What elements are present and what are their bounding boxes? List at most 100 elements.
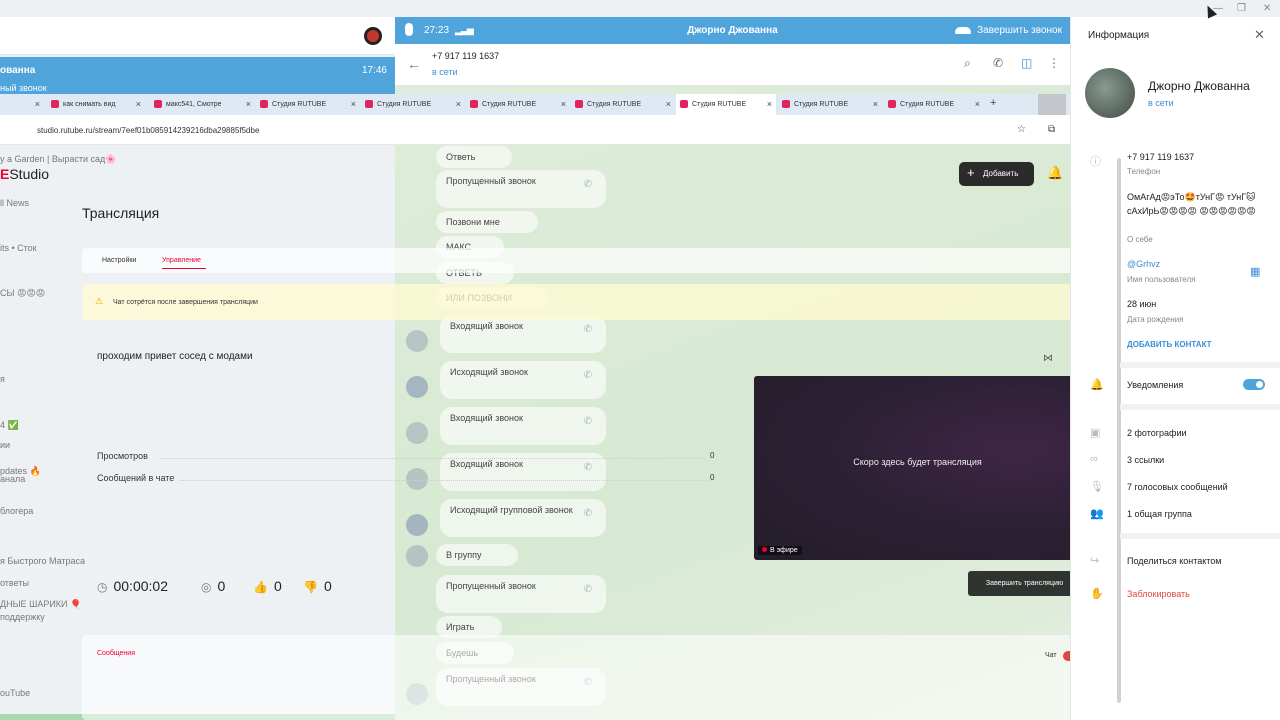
call-back-icon[interactable]: ✆ — [584, 584, 592, 595]
chat-list-item[interactable]: блогера — [0, 506, 33, 516]
stream-preview[interactable]: Скоро здесь будет трансляция В эфире — [754, 376, 1081, 560]
close-tab-icon[interactable]: × — [136, 99, 141, 109]
close-tab-icon[interactable]: × — [873, 99, 878, 109]
add-contact-button[interactable]: ДОБАВИТЬ КОНТАКТ — [1127, 340, 1212, 349]
screen: ованна ный звонок 17:46 ДРАКИy a Garden … — [0, 0, 1280, 720]
viewers-counter: ◎ 0 — [201, 578, 225, 594]
voice-messages-link[interactable]: 7 голосовых сообщений — [1127, 482, 1228, 492]
close-tab-icon[interactable]: × — [351, 99, 356, 109]
tab-messages[interactable]: Сообщения — [97, 650, 135, 657]
close-tab-icon[interactable]: × — [666, 99, 671, 109]
chat-list-item[interactable]: ответы — [0, 578, 29, 588]
tab-settings[interactable]: Настройки — [102, 257, 136, 264]
call-message-bubble[interactable]: Пропущенный звонок ✆ — [436, 170, 606, 208]
likes-counter: 👍 0 — [253, 578, 282, 594]
browser-tab[interactable]: Студия RUTUBE × — [778, 94, 882, 115]
browser-tab-bar: × как снимать вид × макс541, Смотре × Студия… — [0, 94, 1125, 115]
common-groups-link[interactable]: 1 общая группа — [1127, 509, 1192, 519]
call-icon[interactable]: ✆ — [993, 56, 1003, 70]
stream-placeholder-text: Скоро здесь будет трансляция — [853, 457, 982, 467]
new-tab-icon[interactable]: + — [990, 97, 996, 109]
active-call-bar[interactable]: 27:23 ▂▃▅ Джорно Джованна Завершить звон… — [395, 17, 1070, 44]
share-icon[interactable]: ⋈ — [1043, 353, 1053, 364]
message-bubble[interactable]: Позвони мне — [436, 211, 538, 233]
close-tab-icon[interactable]: × — [456, 99, 461, 109]
call-message-bubble[interactable]: Исходящий групповой звонок ✆ — [440, 499, 606, 537]
call-message-bubble[interactable]: Исходящий звонок ✆ — [440, 361, 606, 399]
chat-list-item[interactable]: поддержку — [0, 612, 45, 622]
close-tab-icon[interactable]: × — [975, 99, 980, 109]
sidebar-toggle-icon[interactable]: ◫ — [1021, 56, 1032, 70]
chat-list-item[interactable]: анала — [0, 474, 25, 484]
call-message-bubble[interactable]: Входящий звонок ✆ — [440, 315, 606, 353]
chat-list-item[interactable]: я Быстрого Матраса — [0, 556, 85, 566]
active-chat-item[interactable]: ованна ный звонок 17:46 — [0, 57, 395, 95]
photos-link[interactable]: 2 фотографии — [1127, 428, 1187, 438]
call-back-icon[interactable]: ✆ — [584, 462, 592, 473]
chat-list-item[interactable]: ии — [0, 440, 10, 450]
chat-list-item[interactable]: ll News — [0, 198, 29, 208]
browser-tab[interactable]: Студия RUTUBE × — [361, 94, 465, 115]
back-arrow-icon[interactable]: ← — [407, 56, 421, 72]
block-button[interactable]: Заблокировать — [1127, 589, 1190, 599]
browser-tab[interactable]: как снимать вид × — [47, 94, 145, 115]
close-icon[interactable]: ✕ — [1254, 27, 1265, 43]
call-back-icon[interactable]: ✆ — [584, 416, 592, 427]
add-button[interactable]: Добавить — [959, 162, 1034, 186]
viewers-icon: ◎ — [201, 580, 212, 594]
chat-toggle-label: Чат — [1045, 652, 1057, 659]
window-close-icon[interactable]: ✕ — [1263, 3, 1271, 14]
links-link[interactable]: 3 ссылки — [1127, 455, 1164, 465]
close-tab-icon[interactable]: × — [561, 99, 566, 109]
bell-icon[interactable]: 🔔 — [1047, 165, 1063, 181]
search-icon[interactable]: ⌕ — [964, 56, 971, 71]
scrollbar[interactable] — [1117, 158, 1121, 703]
chat-search-bar[interactable] — [0, 17, 395, 55]
browser-tab[interactable]: Студия RUTUBE × — [884, 94, 984, 115]
close-tab-icon[interactable]: × — [35, 99, 40, 109]
end-stream-button[interactable]: Завершить трансляцию — [968, 571, 1081, 596]
end-call-button[interactable]: Завершить звонок — [955, 25, 1062, 36]
browser-tab[interactable]: макс541, Смотре × — [150, 94, 255, 115]
contact-avatar[interactable] — [1085, 68, 1135, 118]
studio-logo[interactable]: EStudio — [0, 166, 49, 182]
call-message-bubble[interactable]: Пропущенный звонок ✆ — [436, 575, 606, 613]
qr-code-icon[interactable]: ▦ — [1250, 265, 1260, 278]
call-back-icon[interactable]: ✆ — [584, 508, 592, 519]
more-menu-icon[interactable]: ⋮ — [1048, 56, 1060, 70]
chat-list-item[interactable]: ДНЫЕ ШАРИКИ 🎈 — [0, 599, 81, 610]
extensions-icon[interactable]: ⧉ — [1048, 124, 1055, 135]
contact-username[interactable]: @Grhvz — [1127, 259, 1160, 269]
message-bubble[interactable]: Ответь — [436, 146, 512, 168]
browser-tab[interactable]: Студия RUTUBE × — [256, 94, 360, 115]
bookmark-star-icon[interactable]: ☆ — [1017, 124, 1026, 135]
close-tab-icon[interactable]: × — [767, 99, 772, 109]
link-icon: ∞ — [1090, 453, 1098, 465]
close-tab-icon[interactable]: × — [246, 99, 251, 109]
message-text: Входящий звонок — [450, 459, 523, 469]
address-bar[interactable]: studio.rutube.ru/stream/7eef01b085914239… — [0, 115, 1125, 145]
divider — [180, 480, 710, 481]
share-contact-button[interactable]: Поделиться контактом — [1127, 556, 1222, 566]
chat-list-item[interactable]: ouTube — [0, 688, 30, 698]
chat-list-item[interactable]: я — [0, 374, 5, 384]
chat-list-item[interactable]: y a Garden | Вырасти сад🌸 — [0, 154, 116, 165]
chat-list-item[interactable]: СЫ 😡😡😡 — [0, 288, 45, 299]
browser-tab[interactable]: Студия RUTUBE × — [676, 94, 776, 115]
tab-manage[interactable]: Управление — [162, 257, 201, 264]
chat-list-item[interactable]: 4 ✅ — [0, 420, 19, 431]
browser-tab[interactable]: × — [0, 94, 44, 115]
call-message-bubble[interactable]: Входящий звонок ✆ — [440, 407, 606, 445]
minimize-icon[interactable] — [1038, 94, 1066, 115]
chat-list-item[interactable]: its • Сток — [0, 243, 37, 253]
notifications-toggle[interactable] — [1243, 379, 1265, 390]
warning-banner: ⚠ Чат сотрётся после завершения трансляц… — [82, 284, 1097, 320]
call-back-icon[interactable]: ✆ — [584, 370, 592, 381]
active-chat-time: 17:46 — [361, 65, 387, 76]
browser-tab[interactable]: Студия RUTUBE × — [466, 94, 570, 115]
browser-tab[interactable]: Студия RUTUBE × — [571, 94, 675, 115]
call-back-icon[interactable]: ✆ — [584, 324, 592, 335]
message-bubble[interactable]: В группу — [436, 544, 518, 566]
window-maximize-icon[interactable]: ❐ — [1237, 3, 1246, 14]
call-back-icon[interactable]: ✆ — [584, 179, 592, 190]
